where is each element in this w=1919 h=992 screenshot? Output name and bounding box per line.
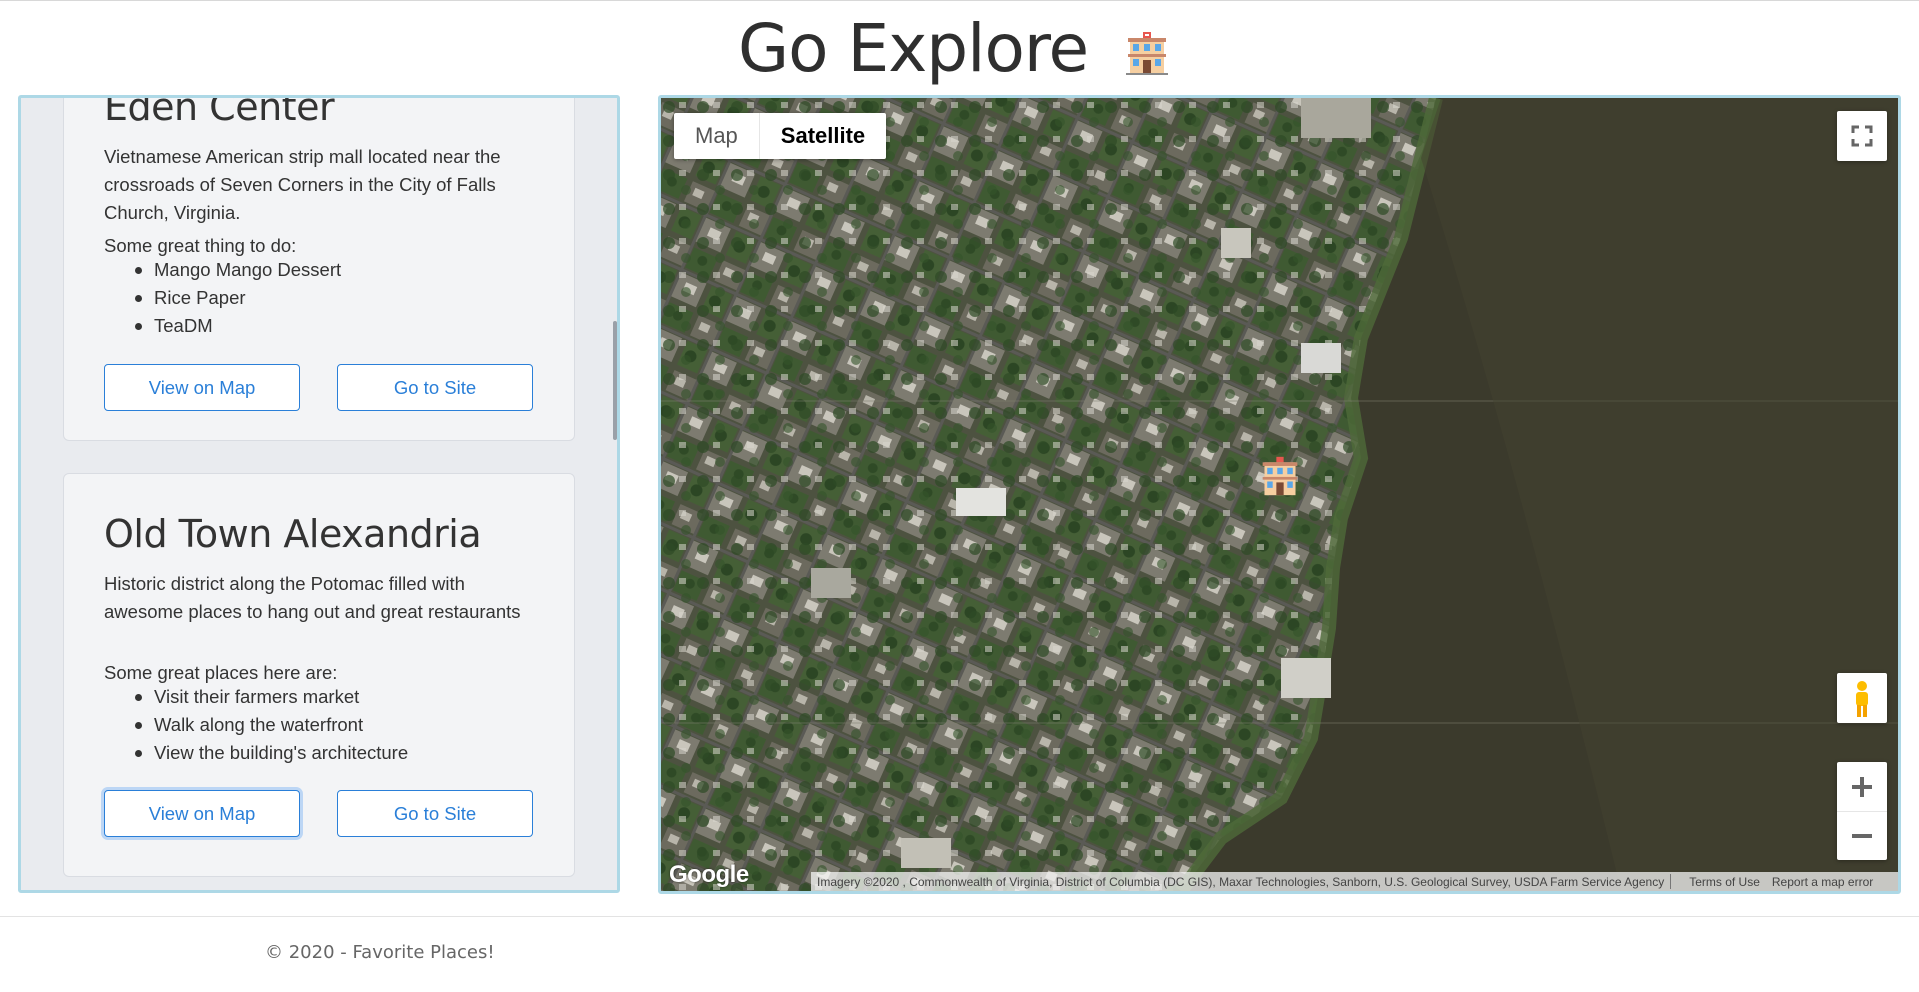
- place-list: Visit their farmers market Walk along th…: [134, 683, 408, 767]
- list-item: View the building's architecture: [134, 739, 408, 767]
- zoom-in-icon: [1852, 776, 1872, 797]
- view-on-map-button[interactable]: View on Map: [104, 364, 300, 411]
- list-item: Visit their farmers market: [134, 683, 408, 711]
- footer-divider: [0, 916, 1919, 917]
- map-type-map-button[interactable]: Map: [674, 113, 759, 159]
- place-description: Historic district along the Potomac fill…: [104, 573, 521, 622]
- building-icon: [1126, 32, 1168, 75]
- building-marker-icon[interactable]: [1259, 455, 1301, 497]
- place-subheading: Some great thing to do:: [104, 235, 297, 256]
- footer-copyright: © 2020 - Favorite Places!: [265, 942, 495, 963]
- go-to-site-button[interactable]: Go to Site: [337, 364, 533, 411]
- fullscreen-icon: [1851, 125, 1873, 147]
- terms-of-use-link[interactable]: Terms of Use: [1683, 875, 1766, 889]
- attribution-divider: [1670, 874, 1683, 889]
- report-map-error-link[interactable]: Report a map error: [1766, 875, 1879, 889]
- places-panel[interactable]: Eden Center Vietnamese American strip ma…: [18, 95, 620, 893]
- scrollbar-thumb[interactable]: [613, 321, 617, 440]
- map-panel[interactable]: Map Satellite Google Imagery ©2020 , Com: [658, 95, 1901, 894]
- place-subheading: Some great places here are:: [104, 662, 338, 683]
- zoom-control: [1837, 762, 1887, 860]
- zoom-out-button[interactable]: [1837, 811, 1887, 860]
- map-type-control: Map Satellite: [674, 113, 887, 159]
- list-item: Walk along the waterfront: [134, 711, 408, 739]
- page-title: Go Explore: [738, 10, 1089, 87]
- list-item: Rice Paper: [134, 284, 341, 312]
- page-header: Go Explore: [0, 4, 1919, 92]
- place-title: Eden Center: [104, 98, 335, 129]
- list-item: Mango Mango Dessert: [134, 256, 341, 284]
- top-rule: [0, 0, 1919, 1]
- zoom-in-button[interactable]: [1837, 762, 1887, 811]
- imagery-attribution: Imagery ©2020 , Commonwealth of Virginia…: [817, 874, 1665, 889]
- map-attribution-bar: Imagery ©2020 , Commonwealth of Virginia…: [811, 872, 1898, 891]
- place-card-eden-center: Eden Center Vietnamese American strip ma…: [63, 98, 575, 441]
- pegman-icon: [1856, 681, 1868, 717]
- fullscreen-button[interactable]: [1837, 111, 1887, 161]
- list-item: TeaDM: [134, 312, 341, 340]
- street-view-button[interactable]: [1837, 673, 1887, 723]
- place-title: Old Town Alexandria: [104, 512, 482, 556]
- place-card-old-town-alexandria: Old Town Alexandria Historic district al…: [63, 473, 575, 877]
- places-scroll-area[interactable]: Eden Center Vietnamese American strip ma…: [21, 98, 617, 890]
- google-logo: Google: [669, 861, 749, 888]
- map-type-satellite-button[interactable]: Satellite: [758, 113, 886, 159]
- zoom-out-icon: [1852, 834, 1872, 838]
- go-to-site-button[interactable]: Go to Site: [337, 790, 533, 837]
- view-on-map-button[interactable]: View on Map: [104, 790, 300, 837]
- place-list: Mango Mango Dessert Rice Paper TeaDM: [134, 256, 341, 340]
- place-description: Vietnamese American strip mall located n…: [104, 146, 501, 223]
